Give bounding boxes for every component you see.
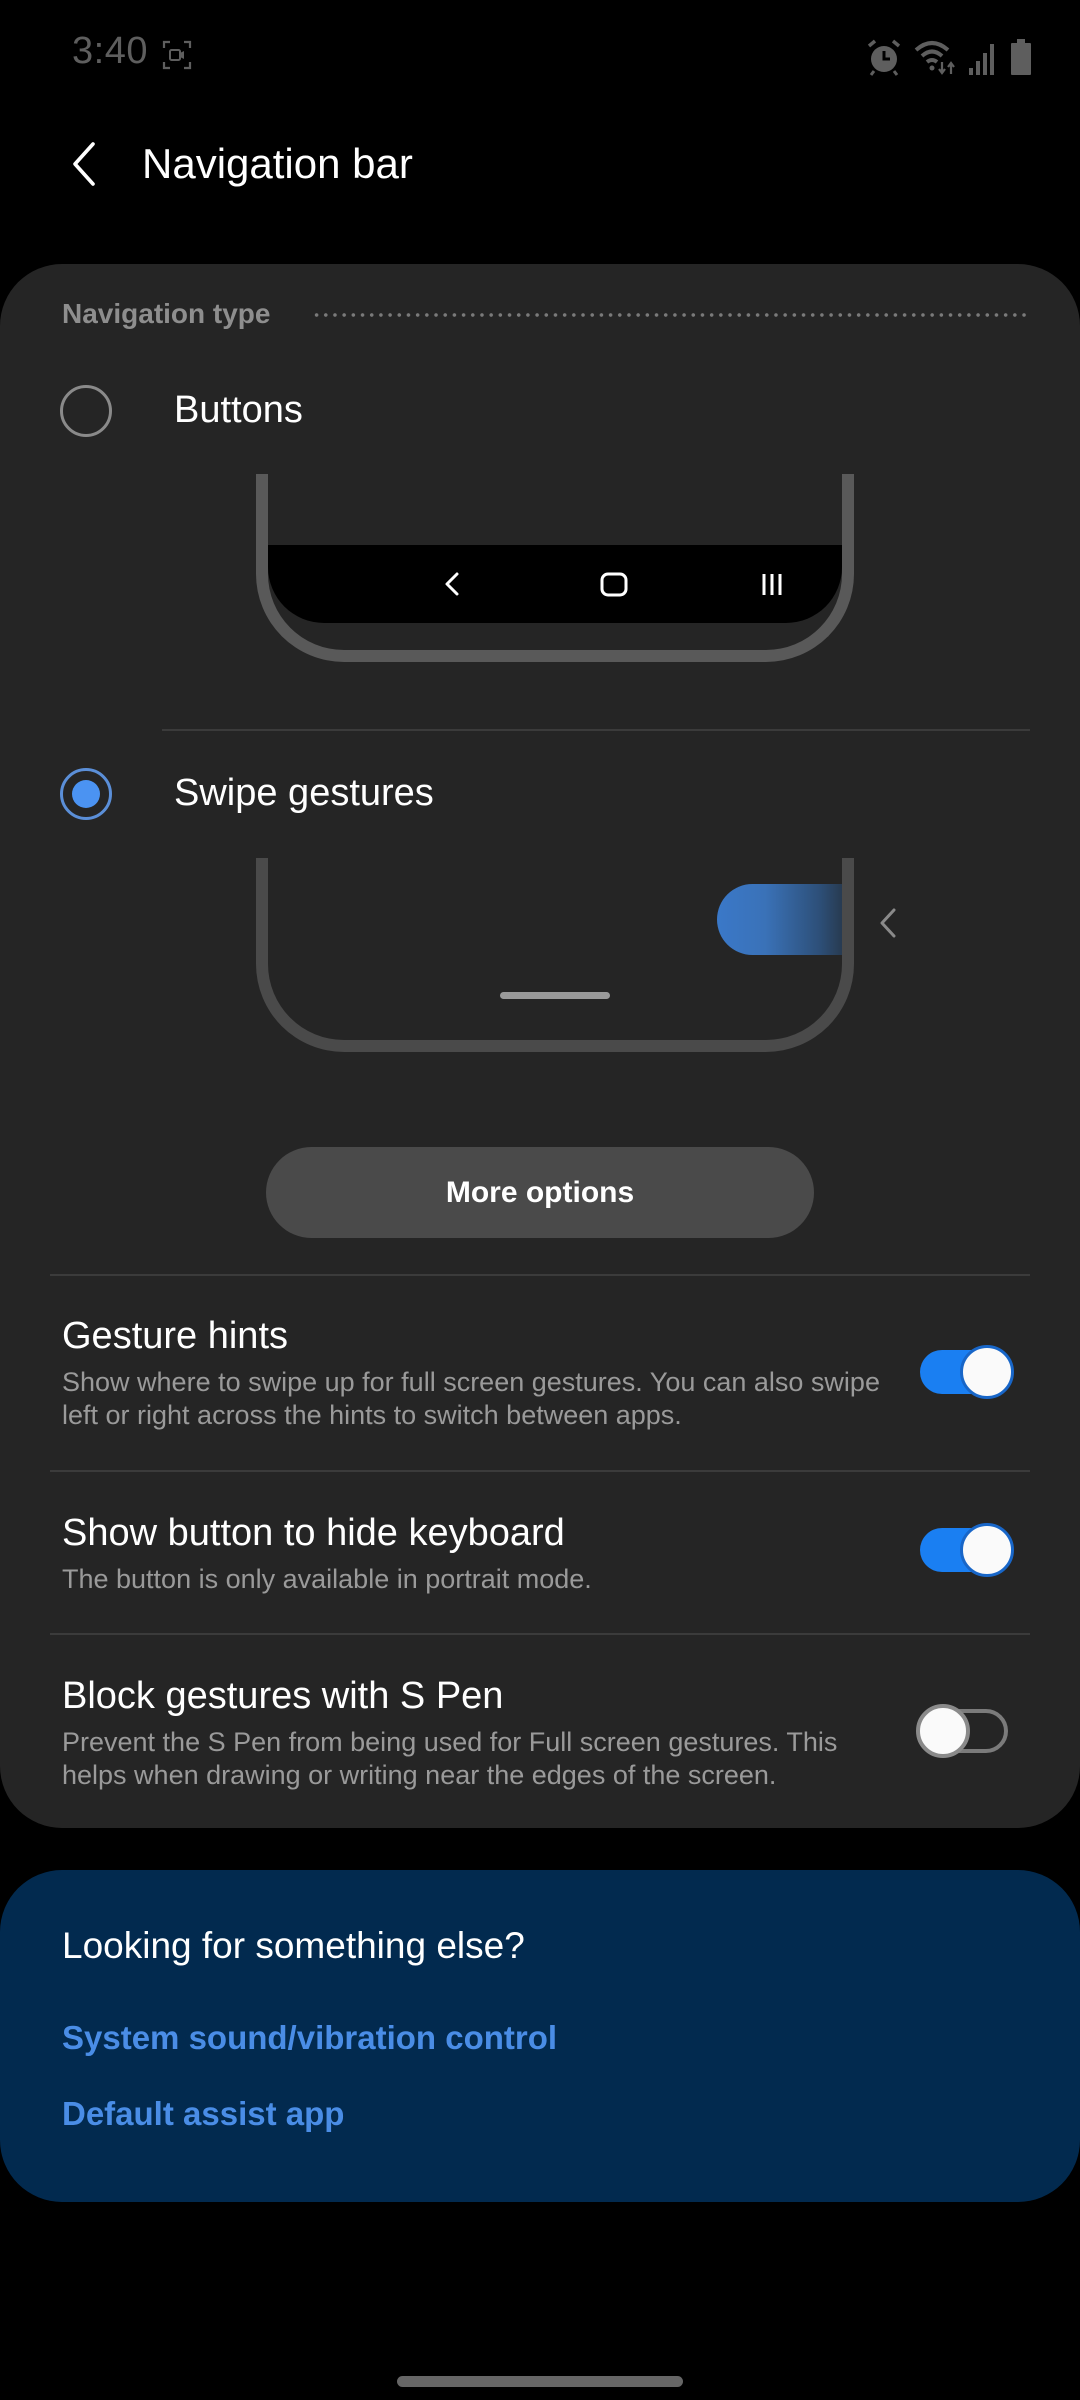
option-divider bbox=[162, 729, 1030, 731]
status-icons bbox=[866, 36, 1032, 76]
section-label-navigation-type: Navigation type bbox=[62, 298, 271, 329]
setting-description: The button is only available in portrait… bbox=[62, 1564, 592, 1594]
gesture-pill bbox=[717, 884, 842, 955]
more-options-button[interactable]: More options bbox=[266, 1147, 814, 1238]
setting-title: Gesture hints bbox=[62, 1315, 288, 1357]
section-dotted-divider bbox=[312, 313, 1030, 317]
toggle-thumb bbox=[960, 1345, 1014, 1399]
swipe-preview-illustration[interactable] bbox=[256, 858, 854, 1052]
option-buttons[interactable]: Buttons bbox=[40, 380, 1040, 444]
hide-keyboard-button-toggle[interactable] bbox=[920, 1523, 1014, 1577]
toggle-thumb bbox=[916, 1704, 970, 1758]
block-gestures-s-pen-toggle[interactable] bbox=[916, 1704, 1010, 1758]
wifi-icon bbox=[914, 41, 955, 75]
gesture-hints-toggle[interactable] bbox=[920, 1345, 1014, 1399]
back-icon bbox=[445, 572, 459, 596]
option-label-swipe-gestures: Swipe gestures bbox=[174, 772, 434, 814]
radio-buttons[interactable] bbox=[60, 385, 112, 437]
option-swipe-gestures[interactable]: Swipe gestures bbox=[40, 762, 1040, 826]
related-title: Looking for something else? bbox=[62, 1925, 525, 1966]
radio-selected-dot bbox=[72, 780, 100, 808]
system-home-indicator[interactable] bbox=[397, 2376, 683, 2387]
radio-swipe-gestures[interactable] bbox=[60, 768, 112, 820]
battery-icon bbox=[1011, 39, 1031, 75]
toggle-thumb bbox=[960, 1523, 1014, 1577]
signal-icon bbox=[969, 44, 994, 75]
preview-navbar bbox=[268, 545, 842, 623]
home-icon bbox=[600, 572, 628, 597]
home-handle bbox=[500, 992, 610, 999]
setting-title: Show button to hide keyboard bbox=[62, 1512, 565, 1554]
status-time: 3:40 bbox=[72, 30, 148, 72]
recents-icon bbox=[762, 574, 782, 595]
setting-divider bbox=[50, 1470, 1030, 1472]
link-system-sound-vibration-control[interactable]: System sound/vibration control bbox=[62, 2019, 557, 2057]
link-default-assist-app[interactable]: Default assist app bbox=[62, 2095, 344, 2133]
setting-description: Show where to swipe up for full screen g… bbox=[62, 1367, 880, 1430]
section-divider bbox=[50, 1274, 1030, 1276]
back-button[interactable] bbox=[56, 132, 112, 196]
alarm-icon bbox=[867, 39, 901, 76]
option-label-buttons: Buttons bbox=[174, 389, 303, 431]
page-title: Navigation bar bbox=[142, 140, 413, 187]
buttons-preview-illustration[interactable] bbox=[256, 474, 854, 662]
swipe-chevron-left-icon bbox=[880, 908, 896, 938]
setting-description: Prevent the S Pen from being used for Fu… bbox=[62, 1727, 838, 1790]
screen-record-icon bbox=[162, 40, 192, 70]
setting-divider bbox=[50, 1633, 1030, 1635]
setting-title: Block gestures with S Pen bbox=[62, 1675, 504, 1717]
chevron-left-icon bbox=[73, 142, 95, 186]
